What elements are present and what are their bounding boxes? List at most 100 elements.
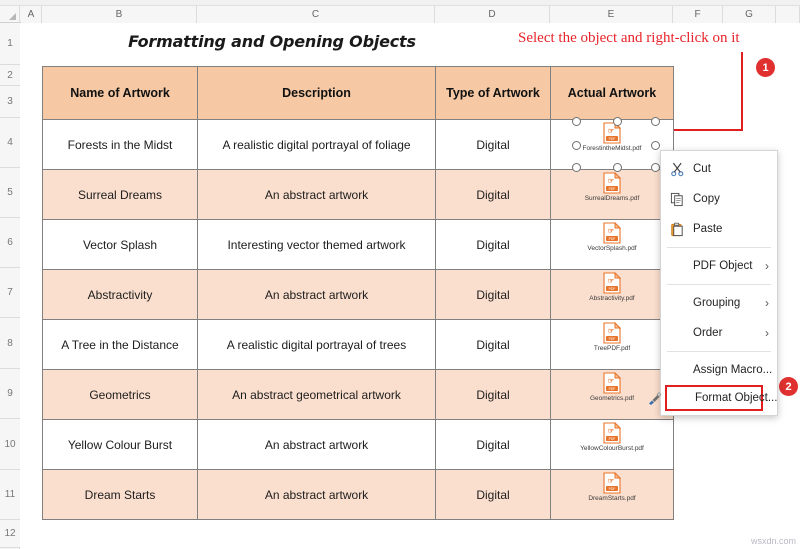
cell-artwork-name[interactable]: Vector Splash <box>42 219 198 270</box>
chevron-right-icon: › <box>765 296 769 310</box>
row-header-8[interactable]: 8 <box>0 318 20 369</box>
column-header-g[interactable]: G <box>723 6 776 23</box>
row-header-1[interactable]: 1 <box>0 23 20 65</box>
cell-description[interactable]: An abstract artwork <box>197 169 436 220</box>
column-header-e[interactable]: E <box>550 6 673 23</box>
cell-actual-artwork: ☞ PDF Abstractivity.pdf <box>550 269 674 320</box>
row-header-10[interactable]: 10 <box>0 419 20 470</box>
cell-type[interactable]: Digital <box>435 219 551 270</box>
svg-text:☞: ☞ <box>608 128 614 135</box>
pdf-object-label: Abstractivity.pdf <box>589 295 635 302</box>
column-header-d[interactable]: D <box>435 6 550 23</box>
menu-item-label: Format Object... <box>695 392 778 404</box>
table-body: Forests in the Midst A realistic digital … <box>42 119 674 520</box>
svg-text:PDF: PDF <box>609 237 616 241</box>
menu-item-label: Grouping <box>693 297 741 309</box>
menu-item-label: Cut <box>693 163 711 175</box>
svg-text:☞: ☞ <box>608 428 614 435</box>
column-header-blank[interactable] <box>776 6 800 23</box>
chevron-right-icon: › <box>765 259 769 273</box>
table-row: Surreal Dreams An abstract artwork Digital… <box>42 169 674 220</box>
select-all-corner[interactable] <box>0 6 20 23</box>
menu-item-format-object[interactable]: Format Object... <box>649 385 777 411</box>
column-header-bar: ABCDEFG <box>0 6 800 23</box>
cell-artwork-name[interactable]: Yellow Colour Burst <box>42 419 198 470</box>
cell-artwork-name[interactable]: Dream Starts <box>42 469 198 520</box>
pdf-file-icon: ☞ PDF <box>603 222 621 244</box>
cell-description[interactable]: An abstract geometrical artwork <box>197 369 436 420</box>
watermark: wsxdn.com <box>750 536 796 546</box>
selection-handle-tc[interactable] <box>613 117 622 126</box>
cell-type[interactable]: Digital <box>435 169 551 220</box>
cell-type[interactable]: Digital <box>435 369 551 420</box>
menu-item-order[interactable]: Order › <box>661 318 777 348</box>
pdf-object-label: TreePDF.pdf <box>593 345 631 352</box>
pdf-object[interactable]: ☞ PDF ForestintheMidst.pdf <box>570 122 654 153</box>
cell-description[interactable]: Interesting vector themed artwork <box>197 219 436 270</box>
cell-artwork-name[interactable]: Abstractivity <box>42 269 198 320</box>
cell-type[interactable]: Digital <box>435 319 551 370</box>
selection-handle-tl[interactable] <box>572 117 581 126</box>
row-header-4[interactable]: 4 <box>0 118 20 168</box>
column-header-name: Name of Artwork <box>42 66 198 120</box>
cell-artwork-name[interactable]: A Tree in the Distance <box>42 319 198 370</box>
selection-handle-ml[interactable] <box>572 141 581 150</box>
menu-item-assign-macro[interactable]: Assign Macro... <box>661 355 777 385</box>
row-header-12[interactable]: 12 <box>0 520 20 548</box>
cell-description[interactable]: A realistic digital portrayal of trees <box>197 319 436 370</box>
cell-artwork-name[interactable]: Forests in the Midst <box>42 119 198 170</box>
cell-description[interactable]: An abstract artwork <box>197 269 436 320</box>
svg-text:☞: ☞ <box>608 228 614 235</box>
cell-type[interactable]: Digital <box>435 269 551 320</box>
cell-type[interactable]: Digital <box>435 119 551 170</box>
cell-actual-artwork: ☞ PDF DreamStarts.pdf <box>550 469 674 520</box>
cell-type[interactable]: Digital <box>435 419 551 470</box>
row-header-3[interactable]: 3 <box>0 86 20 118</box>
cell-type[interactable]: Digital <box>435 469 551 520</box>
row-header-11[interactable]: 11 <box>0 470 20 520</box>
pdf-object[interactable]: ☞ PDF TreePDF.pdf <box>570 322 654 353</box>
pdf-object[interactable]: ☞ PDF VectorSplash.pdf <box>570 222 654 253</box>
selection-handle-bl[interactable] <box>572 163 581 172</box>
row-header-6[interactable]: 6 <box>0 218 20 268</box>
cell-actual-artwork: ☞ PDF YellowColourBurst.pdf <box>550 419 674 470</box>
menu-item-paste[interactable]: Paste <box>661 214 777 244</box>
selection-handle-tr[interactable] <box>651 117 660 126</box>
menu-item-grouping[interactable]: Grouping › <box>661 288 777 318</box>
selection-handle-bc[interactable] <box>613 163 622 172</box>
pdf-object[interactable]: ☞ PDF YellowColourBurst.pdf <box>570 422 654 453</box>
row-header-5[interactable]: 5 <box>0 168 20 218</box>
cell-artwork-name[interactable]: Geometrics <box>42 369 198 420</box>
selection-handle-mr[interactable] <box>651 141 660 150</box>
menu-item-copy[interactable]: Copy <box>661 184 777 214</box>
pdf-object[interactable]: ☞ PDF DreamStarts.pdf <box>570 472 654 503</box>
cell-description[interactable]: An abstract artwork <box>197 469 436 520</box>
row-header-9[interactable]: 9 <box>0 369 20 419</box>
cell-description[interactable]: A realistic digital portrayal of foliage <box>197 119 436 170</box>
copy-icon <box>669 191 685 207</box>
column-header-c[interactable]: C <box>197 6 435 23</box>
cell-description[interactable]: An abstract artwork <box>197 419 436 470</box>
svg-text:☞: ☞ <box>608 178 614 185</box>
cell-artwork-name[interactable]: Surreal Dreams <box>42 169 198 220</box>
column-header-b[interactable]: B <box>42 6 197 23</box>
row-header-2[interactable]: 2 <box>0 65 20 86</box>
menu-item-label: Order <box>693 327 723 339</box>
svg-text:PDF: PDF <box>609 487 616 491</box>
pdf-file-icon: ☞ PDF <box>603 322 621 344</box>
column-header-a[interactable]: A <box>21 6 42 23</box>
menu-item-pdf-object[interactable]: PDF Object › <box>661 251 777 281</box>
cell-actual-artwork: ☞ PDF TreePDF.pdf <box>550 319 674 370</box>
excel-worksheet: ABCDEFG 1 2 3 4 5 6 7 8 9 10 11 12 Formatting and O… <box>0 0 800 549</box>
table-row: Vector Splash Interesting vector themed a… <box>42 219 674 270</box>
pdf-object[interactable]: ☞ PDF Geometrics.pdf <box>570 372 654 403</box>
selection-handle-br[interactable] <box>651 163 660 172</box>
column-header-f[interactable]: F <box>673 6 723 23</box>
artwork-table: Name of Artwork Description Type of Artw… <box>42 66 674 520</box>
row-header-7[interactable]: 7 <box>0 268 20 318</box>
menu-separator <box>667 284 771 285</box>
svg-text:PDF: PDF <box>609 337 616 341</box>
pdf-object[interactable]: ☞ PDF SurrealDreams.pdf <box>570 172 654 203</box>
pdf-object[interactable]: ☞ PDF Abstractivity.pdf <box>570 272 654 303</box>
menu-item-cut[interactable]: Cut <box>661 154 777 184</box>
